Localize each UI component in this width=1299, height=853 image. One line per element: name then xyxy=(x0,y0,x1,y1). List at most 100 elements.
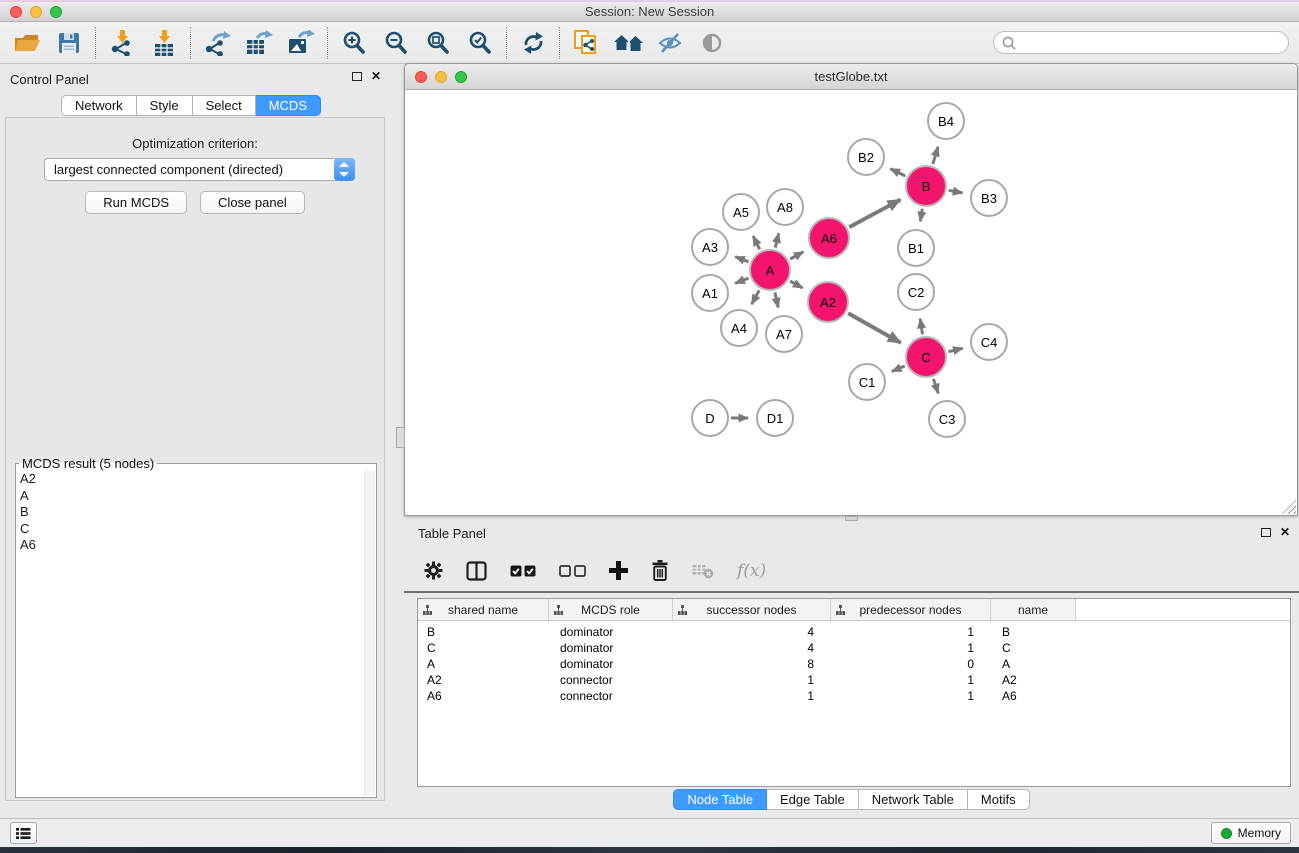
table-cell: 4 xyxy=(673,641,831,655)
result-item[interactable]: B xyxy=(18,504,363,521)
graph-node-C4[interactable]: C4 xyxy=(970,323,1008,361)
graph-node-B2[interactable]: B2 xyxy=(847,138,885,176)
table-cell: A xyxy=(991,657,1076,671)
show-all-icon[interactable] xyxy=(695,26,729,60)
table-row[interactable]: A2connector11A2 xyxy=(418,672,1290,688)
result-item[interactable]: C xyxy=(18,521,363,538)
network-window-titlebar[interactable]: testGlobe.txt xyxy=(405,64,1297,90)
graph-node-B1[interactable]: B1 xyxy=(897,229,935,267)
memory-button[interactable]: Memory xyxy=(1211,822,1291,844)
tab-select[interactable]: Select xyxy=(193,95,256,116)
tab-node-table[interactable]: Node Table xyxy=(673,789,767,810)
close-panel-icon[interactable]: ✕ xyxy=(371,71,381,81)
export-image-icon[interactable] xyxy=(284,26,318,60)
task-history-button[interactable] xyxy=(10,822,37,844)
graph-edge-B-B4[interactable] xyxy=(933,147,938,164)
result-item[interactable]: A2 xyxy=(18,471,363,488)
graph-edge-C-C1[interactable] xyxy=(892,366,905,372)
close-table-panel-icon[interactable]: ✕ xyxy=(1280,527,1290,537)
graph-node-B3[interactable]: B3 xyxy=(970,179,1008,217)
graph-edge-A-A7[interactable] xyxy=(775,293,778,308)
graph-edge-A2-C[interactable] xyxy=(848,313,901,343)
tab-mcds[interactable]: MCDS xyxy=(256,95,321,116)
split-divider-handle[interactable] xyxy=(396,427,405,448)
table-row[interactable]: A6connector11A6 xyxy=(418,688,1290,704)
result-scrollbar[interactable] xyxy=(364,471,375,796)
tab-network-table[interactable]: Network Table xyxy=(859,789,968,810)
float-table-panel-icon[interactable] xyxy=(1261,528,1271,537)
deselect-all-icon[interactable] xyxy=(559,565,586,577)
graph-node-D[interactable]: D xyxy=(691,399,729,437)
graph-node-A6[interactable]: A6 xyxy=(808,217,850,259)
refresh-icon[interactable] xyxy=(516,26,550,60)
duplicate-network-icon[interactable] xyxy=(569,26,603,60)
hide-selected-icon[interactable] xyxy=(653,26,687,60)
graph-edge-A-A2[interactable] xyxy=(790,281,803,288)
export-network-icon[interactable] xyxy=(200,26,234,60)
graph-edge-A-A4[interactable] xyxy=(752,290,760,304)
graph-node-B[interactable]: B xyxy=(905,165,947,207)
save-session-icon[interactable] xyxy=(52,26,86,60)
open-file-icon[interactable] xyxy=(10,26,44,60)
delete-column-icon[interactable] xyxy=(651,560,669,581)
graph-edge-A6-B[interactable] xyxy=(849,200,900,227)
graph-node-A5[interactable]: A5 xyxy=(722,193,760,231)
graph-node-A3[interactable]: A3 xyxy=(691,228,729,266)
tab-style[interactable]: Style xyxy=(137,95,193,116)
result-item[interactable]: A xyxy=(18,488,363,505)
import-table-icon[interactable] xyxy=(147,26,181,60)
table-row[interactable]: Bdominator41B xyxy=(418,624,1290,640)
graph-edge-A-A8[interactable] xyxy=(775,233,778,247)
graph-edge-A-A6[interactable] xyxy=(790,252,803,259)
graph-edge-C-C2[interactable] xyxy=(920,319,922,335)
tab-network[interactable]: Network xyxy=(61,95,137,116)
graph-node-A8[interactable]: A8 xyxy=(766,188,804,226)
graph-edge-C-C4[interactable] xyxy=(948,348,962,351)
column-header-predecessor-nodes[interactable]: predecessor nodes xyxy=(831,599,991,620)
graph-node-C[interactable]: C xyxy=(905,336,947,378)
add-column-icon[interactable] xyxy=(609,561,628,580)
select-all-icon[interactable] xyxy=(510,565,536,577)
graph-node-B4[interactable]: B4 xyxy=(927,102,965,140)
graph-edge-B-B1[interactable] xyxy=(920,209,922,222)
graph-edge-B-B2[interactable] xyxy=(890,169,905,176)
optimization-criterion-dropdown[interactable]: largest connected component (directed) xyxy=(44,158,355,181)
graph-edge-A-A1[interactable] xyxy=(735,278,748,283)
graph-node-C3[interactable]: C3 xyxy=(928,400,966,438)
graph-node-C1[interactable]: C1 xyxy=(848,363,886,401)
column-header-name[interactable]: name xyxy=(991,599,1076,620)
settings-gear-icon[interactable] xyxy=(424,561,443,580)
tab-motifs[interactable]: Motifs xyxy=(968,789,1030,810)
graph-node-A2[interactable]: A2 xyxy=(807,281,849,323)
import-network-icon[interactable] xyxy=(105,26,139,60)
graph-node-A1[interactable]: A1 xyxy=(691,274,729,312)
zoom-selected-icon[interactable] xyxy=(463,26,497,60)
graph-edge-A-A5[interactable] xyxy=(753,236,760,249)
graph-edge-A-A3[interactable] xyxy=(735,257,748,262)
result-item[interactable]: A6 xyxy=(18,537,363,554)
export-table-icon[interactable] xyxy=(242,26,276,60)
first-neighbors-icon[interactable] xyxy=(611,26,645,60)
table-row[interactable]: Adominator80A xyxy=(418,656,1290,672)
float-panel-icon[interactable] xyxy=(352,72,362,81)
graph-node-A7[interactable]: A7 xyxy=(765,315,803,353)
column-header-successor-nodes[interactable]: successor nodes xyxy=(673,599,831,620)
graph-edge-C-C3[interactable] xyxy=(933,379,938,394)
run-mcds-button[interactable]: Run MCDS xyxy=(85,191,187,214)
zoom-in-icon[interactable] xyxy=(337,26,371,60)
column-header-shared-name[interactable]: shared name xyxy=(418,599,549,620)
graph-node-A4[interactable]: A4 xyxy=(720,309,758,347)
graph-node-D1[interactable]: D1 xyxy=(756,399,794,437)
close-panel-button[interactable]: Close panel xyxy=(200,191,305,214)
column-view-icon[interactable] xyxy=(466,561,487,581)
zoom-out-icon[interactable] xyxy=(379,26,413,60)
zoom-fit-icon[interactable] xyxy=(421,26,455,60)
search-input[interactable] xyxy=(1020,33,1280,52)
graph-node-A[interactable]: A xyxy=(749,249,791,291)
graph-node-C2[interactable]: C2 xyxy=(897,273,935,311)
network-canvas[interactable]: A A1 A2 A3 A4 A5 A6 A7 A8 B B1 B2 B3 B4 C C1 C2 C3 C4 D D1 xyxy=(405,90,1297,515)
table-row[interactable]: Cdominator41C xyxy=(418,640,1290,656)
graph-edge-B-B3[interactable] xyxy=(949,190,963,193)
column-header-mcds-role[interactable]: MCDS role xyxy=(549,599,673,620)
tab-edge-table[interactable]: Edge Table xyxy=(767,789,859,810)
